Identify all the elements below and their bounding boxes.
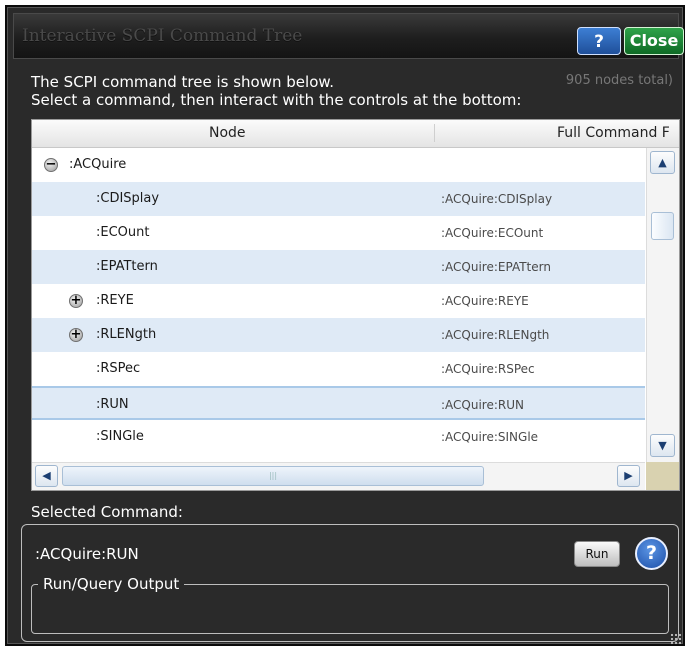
tree-row[interactable]: :CDISplay :ACQuire:CDISplay [32, 182, 645, 216]
horizontal-scrollbar[interactable]: ◀ ||| ▶ [32, 462, 645, 490]
expand-icon[interactable]: + [69, 328, 83, 342]
tree-row[interactable]: :EPATtern :ACQuire:EPATtern [32, 250, 645, 284]
tree-node-label: :RSPec [96, 361, 141, 376]
tree-full-command: :ACQuire:RSPec [441, 362, 535, 376]
tree-node-label: :CDISplay [96, 191, 160, 206]
tree-header: Node Full Command F [32, 120, 679, 148]
scpi-tree-dialog: Interactive SCPI Command Tree ? Close Th… [5, 5, 685, 646]
scroll-up-button[interactable]: ▲ [650, 151, 675, 174]
close-button[interactable]: Close [624, 27, 684, 55]
tree-node-label: :RLENgth [96, 327, 157, 342]
tree-row[interactable]: :RUN :ACQuire:RUN [32, 386, 645, 420]
instruction-line-2: Select a command, then interact with the… [31, 91, 522, 109]
instructions: The SCPI command tree is shown below. Se… [31, 73, 521, 109]
chevron-right-icon: ▶ [624, 469, 633, 482]
selected-command-label: Selected Command: [31, 503, 183, 521]
tree-node-label: :ECOunt [96, 225, 150, 240]
expand-icon[interactable]: + [69, 294, 83, 308]
tree-row[interactable]: −:ACQuire [32, 148, 645, 182]
node-count: 905 nodes total) [565, 73, 673, 88]
column-header-node[interactable]: Node [209, 125, 246, 141]
column-divider[interactable] [434, 124, 435, 142]
tree-row[interactable]: :RSPec :ACQuire:RSPec [32, 352, 645, 386]
column-header-full-command[interactable]: Full Command F [557, 125, 670, 141]
vertical-scroll-thumb[interactable] [651, 212, 674, 240]
selected-command-panel: :ACQuire:RUN Run ? Run/Query Output [21, 524, 679, 642]
chevron-left-icon: ◀ [42, 469, 51, 482]
tree-row[interactable]: + :REYE :ACQuire:REYE [32, 284, 645, 318]
chevron-up-icon: ▲ [658, 156, 667, 169]
tree-node-label: :SINGle [96, 429, 144, 444]
tree-full-command: :ACQuire:SINGle [441, 430, 539, 444]
tree-full-command: :ACQuire:RLENgth [441, 328, 550, 342]
vertical-scrollbar[interactable]: ▲ ▼ [646, 148, 679, 462]
tree-rows: −:ACQuire:CDISplay:ACQuire:CDISplay:ECOu… [32, 148, 645, 462]
tree-node-label: :ACQuire [69, 157, 127, 172]
run-query-output-label: Run/Query Output [38, 575, 185, 593]
tree-row[interactable]: :SINGle :ACQuire:SINGle [32, 420, 645, 454]
chevron-down-icon: ▼ [658, 439, 667, 452]
tree-node-label: :REYE [96, 293, 134, 308]
tree-full-command: :ACQuire:REYE [441, 294, 529, 308]
scroll-down-button[interactable]: ▼ [650, 434, 675, 457]
tree-row[interactable]: + :RLENgth :ACQuire:RLENgth [32, 318, 645, 352]
tree-node-label: :RUN [96, 397, 129, 412]
window-title: Interactive SCPI Command Tree [22, 26, 303, 46]
tree-node-label: :EPATtern [96, 259, 158, 274]
resize-grip-icon[interactable] [670, 633, 682, 645]
scroll-right-button[interactable]: ▶ [617, 465, 640, 487]
instruction-line-1: The SCPI command tree is shown below. [31, 73, 335, 91]
scrollbar-corner [646, 462, 679, 490]
tree-full-command: :ACQuire:ECOunt [441, 226, 544, 240]
run-button[interactable]: Run [574, 541, 620, 567]
collapse-icon[interactable]: − [44, 158, 58, 172]
horizontal-scroll-thumb[interactable]: ||| [62, 466, 484, 486]
tree-full-command: :ACQuire:CDISplay [441, 192, 553, 206]
command-help-button[interactable]: ? [635, 537, 668, 570]
tree-full-command: :ACQuire:RUN [441, 398, 524, 412]
tree-full-command: :ACQuire:EPATtern [441, 260, 551, 274]
scroll-left-button[interactable]: ◀ [35, 465, 58, 487]
tree-row[interactable]: :ECOunt :ACQuire:ECOunt [32, 216, 645, 250]
selected-command-value: :ACQuire:RUN [35, 545, 139, 563]
command-tree: Node Full Command F −:ACQuire:CDISplay:A… [31, 119, 680, 491]
help-button[interactable]: ? [577, 27, 621, 55]
